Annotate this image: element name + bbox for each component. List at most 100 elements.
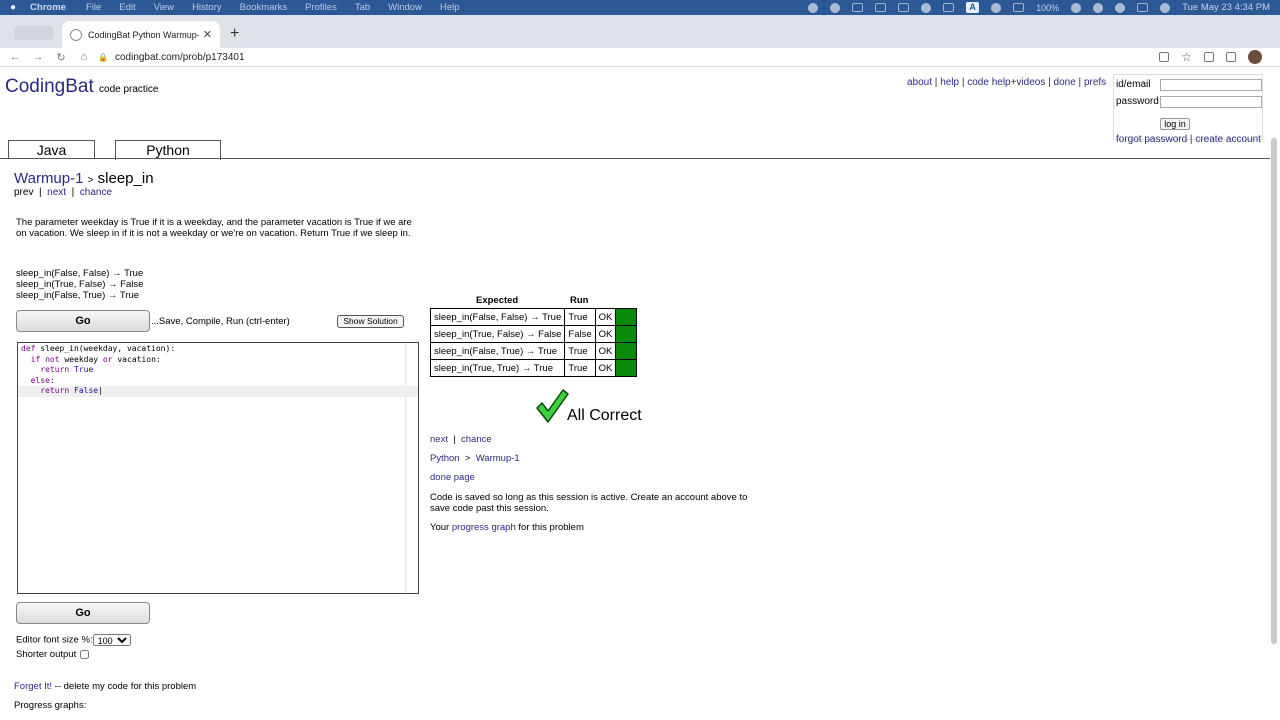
chance-link[interactable]: chance: [80, 187, 112, 198]
battery-percent: 100%: [1036, 2, 1060, 13]
shorter-output-checkbox[interactable]: [80, 649, 90, 659]
saved-note: Code is saved so long as this session is…: [430, 492, 748, 514]
site-logo[interactable]: CodingBat code practice: [5, 76, 159, 98]
login-box: id/email password log in forgot password…: [1113, 74, 1263, 145]
browser-tab-active[interactable]: CodingBat Python Warmup-1 s ✕: [62, 21, 220, 48]
display-icon[interactable]: [898, 3, 910, 12]
address-bar[interactable]: 🔒 codingbat.com/prob/p173401: [98, 48, 1168, 67]
folder-icon[interactable]: [875, 3, 887, 12]
page-content: CodingBat code practice about | help | c…: [0, 68, 1280, 720]
navigation-icon[interactable]: [830, 2, 841, 13]
code-help-videos-link[interactable]: code help+videos: [967, 77, 1045, 88]
menu-tab[interactable]: Tab: [355, 2, 370, 13]
siri-icon[interactable]: [1160, 2, 1171, 13]
menu-file[interactable]: File: [86, 2, 101, 13]
go-button-top[interactable]: Go: [16, 310, 150, 332]
done-page-row: done page: [430, 472, 475, 483]
table-row: sleep_in(True, False) → False False OK: [429, 325, 638, 343]
done-link[interactable]: done: [1054, 77, 1076, 88]
about-link[interactable]: about: [907, 77, 932, 88]
breadcrumb-separator: >: [87, 175, 94, 186]
share-icon[interactable]: [1159, 52, 1170, 62]
example-line: sleep_in(True, False) → False: [16, 279, 144, 290]
macos-menubar: ● Chrome File Edit View History Bookmark…: [0, 0, 1280, 15]
spotlight-search-icon[interactable]: [1093, 2, 1104, 13]
results-next-link[interactable]: next: [430, 434, 448, 445]
forget-it-link[interactable]: Forget It!: [14, 681, 52, 692]
code-editor[interactable]: def sleep_in(weekday, vacation): if not …: [17, 342, 419, 594]
back-icon[interactable]: ←: [8, 51, 22, 63]
tab-java[interactable]: Java: [8, 140, 95, 159]
help-link[interactable]: help: [940, 77, 959, 88]
breadcrumb-section[interactable]: Warmup-1: [14, 170, 83, 187]
editor-font-size-row: Editor font size %: 100: [16, 634, 131, 646]
forward-icon[interactable]: →: [31, 51, 45, 63]
play-icon[interactable]: [991, 2, 1002, 13]
problem-description: The parameter weekday is True if it is a…: [16, 217, 412, 239]
logo-text: CodingBat: [5, 76, 94, 97]
run-cell: True: [564, 308, 596, 326]
id-email-input[interactable]: [1160, 79, 1262, 91]
keyboard-input-icon[interactable]: A: [966, 2, 980, 13]
done-page-link[interactable]: done page: [430, 472, 475, 483]
font-size-label: Editor font size %:: [16, 634, 93, 646]
code-line: else:: [30, 375, 55, 385]
side-panel-icon[interactable]: [1226, 52, 1236, 62]
show-solution-button[interactable]: Show Solution: [337, 315, 404, 328]
login-button[interactable]: log in: [1160, 118, 1190, 130]
forget-row: Forget It! -- delete my code for this pr…: [14, 681, 196, 692]
menu-app-chrome[interactable]: Chrome: [30, 2, 66, 13]
headphones-icon[interactable]: [921, 2, 932, 13]
results-chance-link[interactable]: chance: [461, 434, 492, 445]
window-icon[interactable]: [852, 3, 864, 12]
menu-bookmarks[interactable]: Bookmarks: [240, 2, 288, 13]
bookmark-star-icon[interactable]: ☆: [1181, 50, 1192, 64]
create-account-link[interactable]: create account: [1195, 134, 1261, 145]
font-size-select[interactable]: 100: [92, 634, 131, 646]
go-hint: ...Save, Compile, Run (ctrl-enter): [151, 316, 290, 327]
menu-window[interactable]: Window: [388, 2, 422, 13]
menu-view[interactable]: View: [154, 2, 174, 13]
tab-python[interactable]: Python: [115, 140, 221, 160]
layout-icon[interactable]: [943, 3, 955, 12]
forgot-password-link[interactable]: forgot password: [1116, 134, 1187, 145]
browser-tab-strip: CodingBat Python Warmup-1 s ✕ +: [0, 15, 1280, 48]
password-input[interactable]: [1160, 96, 1262, 108]
go-button-bottom[interactable]: Go: [16, 602, 150, 624]
bluetooth-icon[interactable]: [1115, 2, 1126, 13]
control-center-icon[interactable]: [1137, 3, 1149, 12]
menubar-status-area: A 100% Tue May 23 4:34 PM: [808, 2, 1270, 13]
close-tab-icon[interactable]: ✕: [203, 28, 212, 41]
expected-header: Expected: [476, 295, 519, 306]
path-python-link[interactable]: Python: [430, 453, 460, 464]
example-line: sleep_in(False, True) → True: [16, 290, 140, 301]
problem-title: sleep_in: [97, 170, 154, 187]
progress-graph-link[interactable]: progress graph: [452, 522, 516, 533]
expected-cell: sleep_in(True, True) → True: [429, 359, 566, 377]
pass-indicator: [615, 308, 638, 326]
next-link[interactable]: next: [47, 187, 66, 198]
new-tab-icon[interactable]: +: [230, 25, 239, 43]
wifi-icon[interactable]: [1071, 2, 1082, 13]
pinned-tab[interactable]: [14, 26, 54, 40]
shorter-output-label: Shorter output: [16, 649, 77, 660]
extensions-icon[interactable]: [1204, 52, 1214, 62]
reload-icon[interactable]: ↻: [54, 51, 68, 64]
menu-history[interactable]: History: [192, 2, 222, 13]
tab-divider: [0, 158, 1270, 159]
battery-icon[interactable]: [1013, 3, 1025, 12]
page-scrollbar[interactable]: [1271, 138, 1277, 644]
menu-help[interactable]: Help: [440, 2, 460, 13]
table-row: sleep_in(False, False) → True True OK: [429, 308, 638, 326]
globe-icon: [70, 28, 82, 41]
path-warmup-link[interactable]: Warmup-1: [476, 453, 520, 464]
menu-edit[interactable]: Edit: [119, 2, 135, 13]
menu-profiles[interactable]: Profiles: [305, 2, 337, 13]
home-icon[interactable]: ⌂: [77, 51, 91, 63]
prefs-link[interactable]: prefs: [1084, 77, 1106, 88]
profile-avatar[interactable]: [1248, 50, 1262, 64]
apple-icon[interactable]: ●: [10, 2, 16, 13]
lock-icon[interactable]: 🔒: [98, 53, 108, 62]
record-icon[interactable]: [808, 2, 819, 13]
menubar-clock: Tue May 23 4:34 PM: [1182, 2, 1270, 13]
